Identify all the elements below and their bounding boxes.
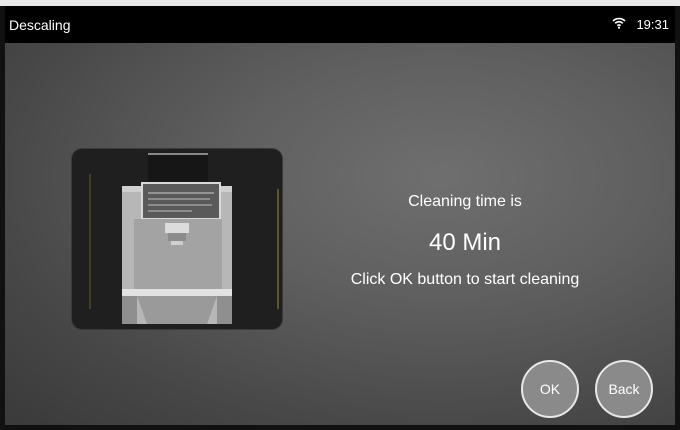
page-title: Descaling [9,16,71,33]
clock: 19:31 [636,17,669,32]
cleaning-instruction: Click OK button to start cleaning [350,271,580,288]
descaling-screen: Cleaning time is 40 Min Click OK button … [5,43,675,425]
cleaning-time-label: Cleaning time is [408,193,522,210]
wifi-icon [612,17,627,32]
cleaning-duration: 40 Min [428,229,502,256]
back-button[interactable]: Back [595,360,653,418]
coffee-machine-icon [72,149,282,329]
cleaning-message: Cleaning time is 40 Min Click OK button … [305,193,625,289]
status-bar: Descaling 19:31 [5,6,675,43]
ok-button[interactable]: OK [521,360,579,418]
status-indicators: 19:31 [612,17,669,32]
